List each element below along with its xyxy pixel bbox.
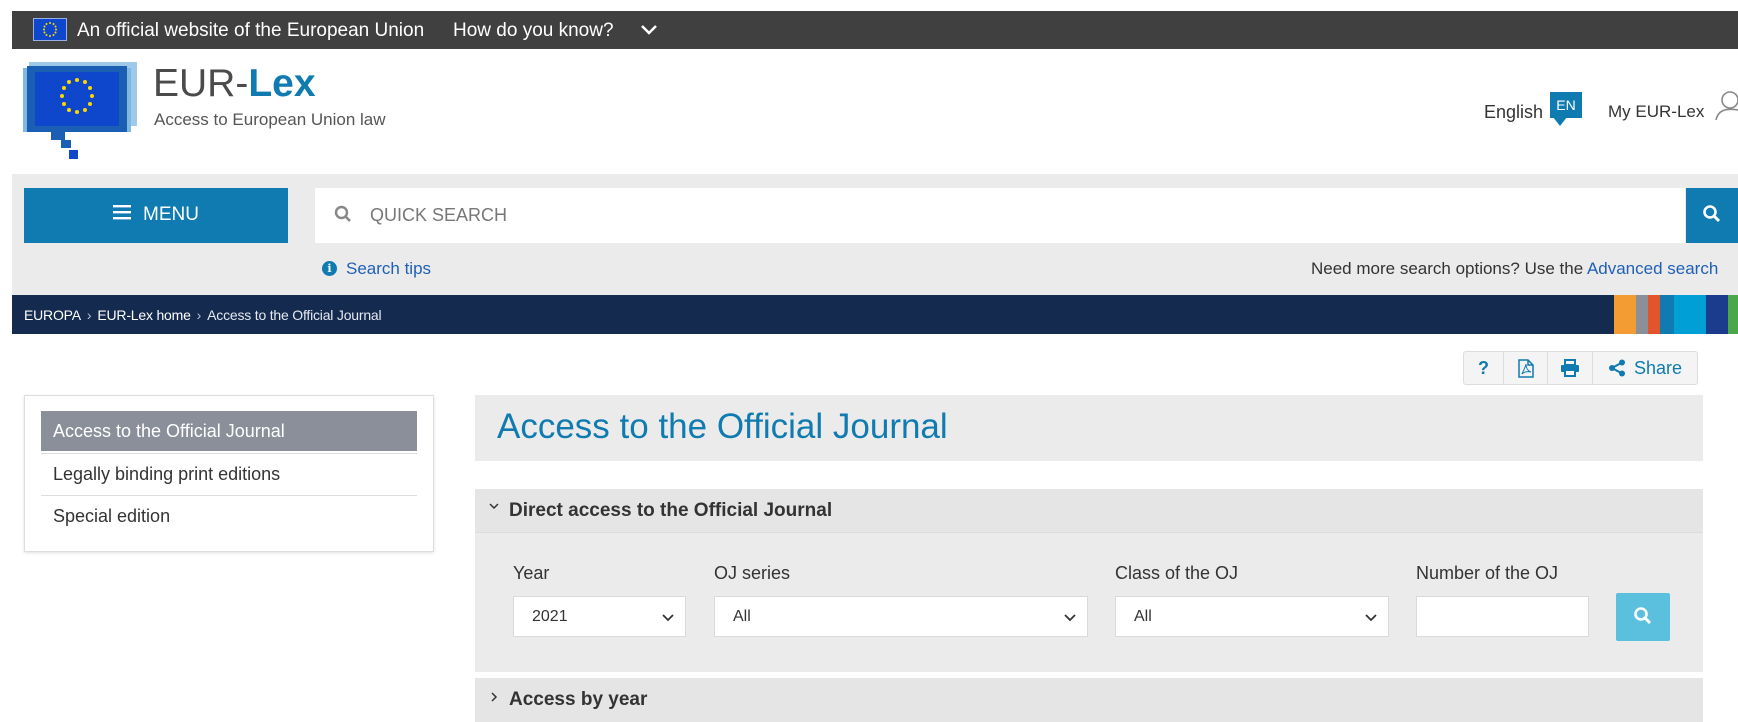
quick-search-field[interactable] bbox=[315, 188, 1685, 243]
search-tips-link[interactable]: Search tips bbox=[346, 259, 431, 279]
direct-access-panel-header[interactable]: Direct access to the Official Journal bbox=[475, 489, 1703, 533]
color-stripe bbox=[1706, 295, 1728, 334]
chevron-right-icon: › bbox=[196, 307, 202, 323]
quick-search-input[interactable] bbox=[370, 188, 1670, 243]
color-stripe bbox=[1660, 295, 1674, 334]
access-by-year-panel-header[interactable]: Access by year bbox=[475, 678, 1703, 722]
chevron-down-icon bbox=[487, 499, 501, 518]
chevron-down-icon bbox=[661, 611, 675, 629]
breadcrumb-eur-lex-home[interactable]: EUR-Lex home bbox=[97, 307, 191, 323]
oj-class-value: All bbox=[1134, 608, 1152, 625]
my-eur-lex-link[interactable]: My EUR-Lex bbox=[1608, 102, 1704, 122]
site-title[interactable]: EUR-Lex bbox=[153, 64, 316, 103]
eu-flag-icon bbox=[33, 18, 67, 41]
breadcrumb-color-strip bbox=[1614, 295, 1738, 334]
color-stripe bbox=[1674, 295, 1706, 334]
access-by-year-title: Access by year bbox=[509, 689, 648, 710]
page-title: Access to the Official Journal bbox=[497, 407, 948, 446]
site-title-prefix: EUR- bbox=[153, 62, 249, 105]
page-title-box: Access to the Official Journal bbox=[475, 395, 1703, 461]
left-navigation: Access to the Official Journal Legally b… bbox=[24, 395, 434, 552]
language-selector[interactable]: English bbox=[1484, 102, 1543, 123]
user-icon[interactable] bbox=[1714, 90, 1738, 129]
oj-class-select[interactable]: All bbox=[1115, 596, 1389, 637]
breadcrumb-current: Access to the Official Journal bbox=[207, 307, 382, 323]
menu-button[interactable]: MENU bbox=[24, 188, 288, 243]
advanced-search-prefix: Need more search options? Use the bbox=[1311, 259, 1587, 278]
search-icon bbox=[334, 205, 352, 228]
menu-label: MENU bbox=[143, 204, 199, 226]
year-value: 2021 bbox=[532, 608, 568, 625]
eu-banner-text: An official website of the European Unio… bbox=[77, 20, 425, 41]
chevron-right-icon bbox=[487, 690, 501, 709]
oj-number-input[interactable] bbox=[1416, 596, 1589, 637]
help-button[interactable]: ? bbox=[1464, 352, 1504, 384]
page-tools: ? Share bbox=[1463, 351, 1698, 385]
share-label: Share bbox=[1633, 357, 1683, 378]
direct-access-panel-body: Year 2021 OJ series All Class of the OJ … bbox=[475, 533, 1703, 672]
language-code-badge[interactable]: EN bbox=[1550, 92, 1582, 118]
nav-item-access-official-journal[interactable]: Access to the Official Journal bbox=[41, 411, 417, 451]
nav-item-legally-binding-print[interactable]: Legally binding print editions bbox=[41, 453, 417, 493]
share-button[interactable]: Share bbox=[1593, 352, 1697, 384]
oj-series-value: All bbox=[733, 608, 751, 625]
oj-series-select[interactable]: All bbox=[714, 596, 1088, 637]
chevron-right-icon: › bbox=[86, 307, 92, 323]
color-stripe bbox=[1614, 295, 1636, 334]
advanced-search-link[interactable]: Advanced search bbox=[1587, 259, 1718, 278]
quick-search-button[interactable] bbox=[1686, 188, 1738, 243]
pdf-icon bbox=[1517, 358, 1534, 378]
nav-item-special-edition[interactable]: Special edition bbox=[41, 495, 417, 535]
color-stripe bbox=[1636, 295, 1648, 334]
oj-class-label: Class of the OJ bbox=[1115, 563, 1239, 583]
eur-lex-logo[interactable] bbox=[23, 62, 143, 162]
breadcrumb-europa[interactable]: EUROPA bbox=[24, 307, 81, 323]
chevron-down-icon[interactable] bbox=[640, 18, 658, 46]
direct-access-title: Direct access to the Official Journal bbox=[509, 500, 833, 521]
advanced-search-hint: Need more search options? Use the Advanc… bbox=[1311, 259, 1718, 279]
breadcrumb: EUROPA › EUR-Lex home › Access to the Offici… bbox=[12, 295, 1738, 334]
oj-number-label: Number of the OJ bbox=[1416, 563, 1559, 583]
year-label: Year bbox=[513, 563, 550, 583]
chevron-down-icon bbox=[1063, 611, 1077, 629]
color-stripe bbox=[1728, 295, 1738, 334]
print-button[interactable] bbox=[1548, 352, 1593, 384]
breadcrumb-items: EUROPA › EUR-Lex home › Access to the Offici… bbox=[24, 307, 382, 323]
hamburger-icon bbox=[113, 204, 132, 226]
search-icon bbox=[1703, 205, 1721, 223]
info-icon: i bbox=[322, 261, 337, 276]
site-subtitle: Access to European Union law bbox=[154, 110, 386, 129]
language-badge-tail bbox=[1553, 117, 1567, 126]
share-icon bbox=[1608, 359, 1625, 377]
color-stripe bbox=[1648, 295, 1660, 334]
oj-search-button[interactable] bbox=[1616, 593, 1670, 641]
eu-official-banner: An official website of the European Unio… bbox=[12, 11, 1738, 49]
chevron-down-icon bbox=[1364, 611, 1378, 629]
print-icon bbox=[1561, 359, 1579, 377]
search-icon bbox=[1634, 606, 1652, 624]
how-do-you-know-link[interactable]: How do you know? bbox=[453, 20, 614, 42]
year-select[interactable]: 2021 bbox=[513, 596, 686, 637]
oj-series-label: OJ series bbox=[714, 563, 791, 583]
site-title-suffix: Lex bbox=[248, 62, 316, 105]
pdf-button[interactable] bbox=[1504, 352, 1548, 384]
